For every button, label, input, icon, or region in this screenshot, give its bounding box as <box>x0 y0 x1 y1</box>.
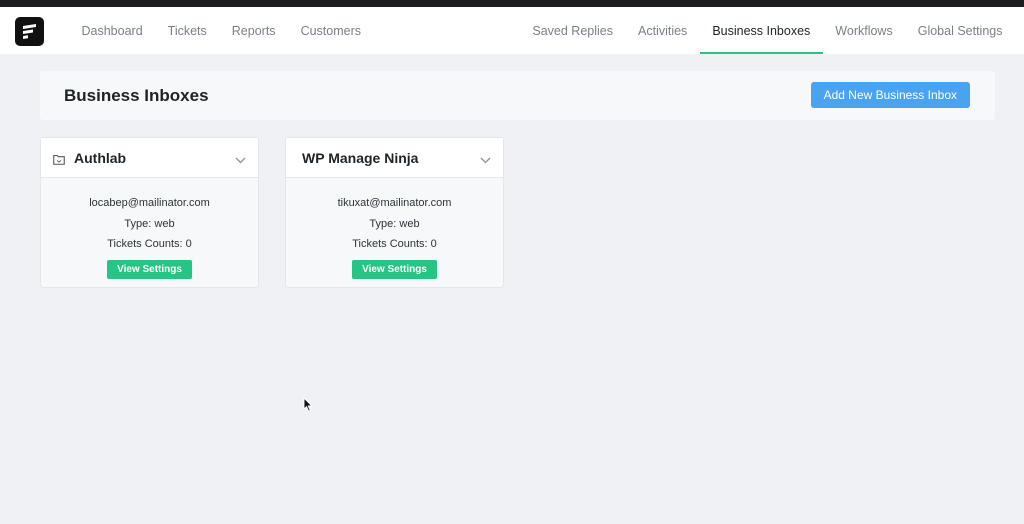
inbox-card-wp-manage-ninja: WP Manage Ninja tikuxat@mailinator.com T… <box>285 137 504 288</box>
nav-workflows[interactable]: Workflows <box>823 7 905 54</box>
inbox-type: Type: web <box>124 217 175 230</box>
folder-icon <box>53 152 65 170</box>
inbox-card-header[interactable]: WP Manage Ninja <box>286 138 503 178</box>
inbox-ticket-count: Tickets Counts: 0 <box>107 238 192 250</box>
inbox-name: Authlab <box>74 149 127 166</box>
inbox-email: locabep@mailinator.com <box>89 197 210 209</box>
nav-reports[interactable]: Reports <box>219 7 288 54</box>
nav-dashboard[interactable]: Dashboard <box>69 7 155 54</box>
nav-business-inboxes[interactable]: Business Inboxes <box>699 7 823 54</box>
inbox-name: WP Manage Ninja <box>302 149 419 166</box>
inbox-card-body: tikuxat@mailinator.com Type: web Tickets… <box>286 178 503 279</box>
nav-left-group: Dashboard Tickets Reports Customers <box>69 7 374 54</box>
nav-global-settings[interactable]: Global Settings <box>905 7 1015 54</box>
inbox-card-header[interactable]: Authlab <box>41 138 258 178</box>
view-settings-button[interactable]: View Settings <box>352 259 437 279</box>
nav-tickets[interactable]: Tickets <box>155 7 219 54</box>
nav-customers[interactable]: Customers <box>288 7 373 54</box>
inbox-type: Type: web <box>369 217 420 230</box>
app-logo-icon[interactable] <box>15 17 44 46</box>
inbox-card-body: locabep@mailinator.com Type: web Tickets… <box>41 178 258 279</box>
nav-activities[interactable]: Activities <box>625 7 699 54</box>
add-new-business-inbox-button[interactable]: Add New Business Inbox <box>810 82 970 108</box>
inbox-ticket-count: Tickets Counts: 0 <box>352 238 437 250</box>
page-header: Business Inboxes Add New Business Inbox <box>40 71 995 120</box>
window-top-strip <box>0 0 1024 7</box>
inbox-card-authlab: Authlab locabep@mailinator.com Type: web… <box>40 137 259 288</box>
view-settings-button[interactable]: View Settings <box>107 259 192 279</box>
page-title: Business Inboxes <box>64 85 209 105</box>
chevron-down-icon[interactable] <box>235 151 246 169</box>
top-navigation: Dashboard Tickets Reports Customers Save… <box>0 7 1024 54</box>
mouse-cursor-icon <box>303 396 314 417</box>
nav-saved-replies[interactable]: Saved Replies <box>520 7 626 54</box>
nav-right-group: Saved Replies Activities Business Inboxe… <box>520 7 1015 54</box>
inbox-email: tikuxat@mailinator.com <box>337 197 452 209</box>
chevron-down-icon[interactable] <box>480 151 491 169</box>
